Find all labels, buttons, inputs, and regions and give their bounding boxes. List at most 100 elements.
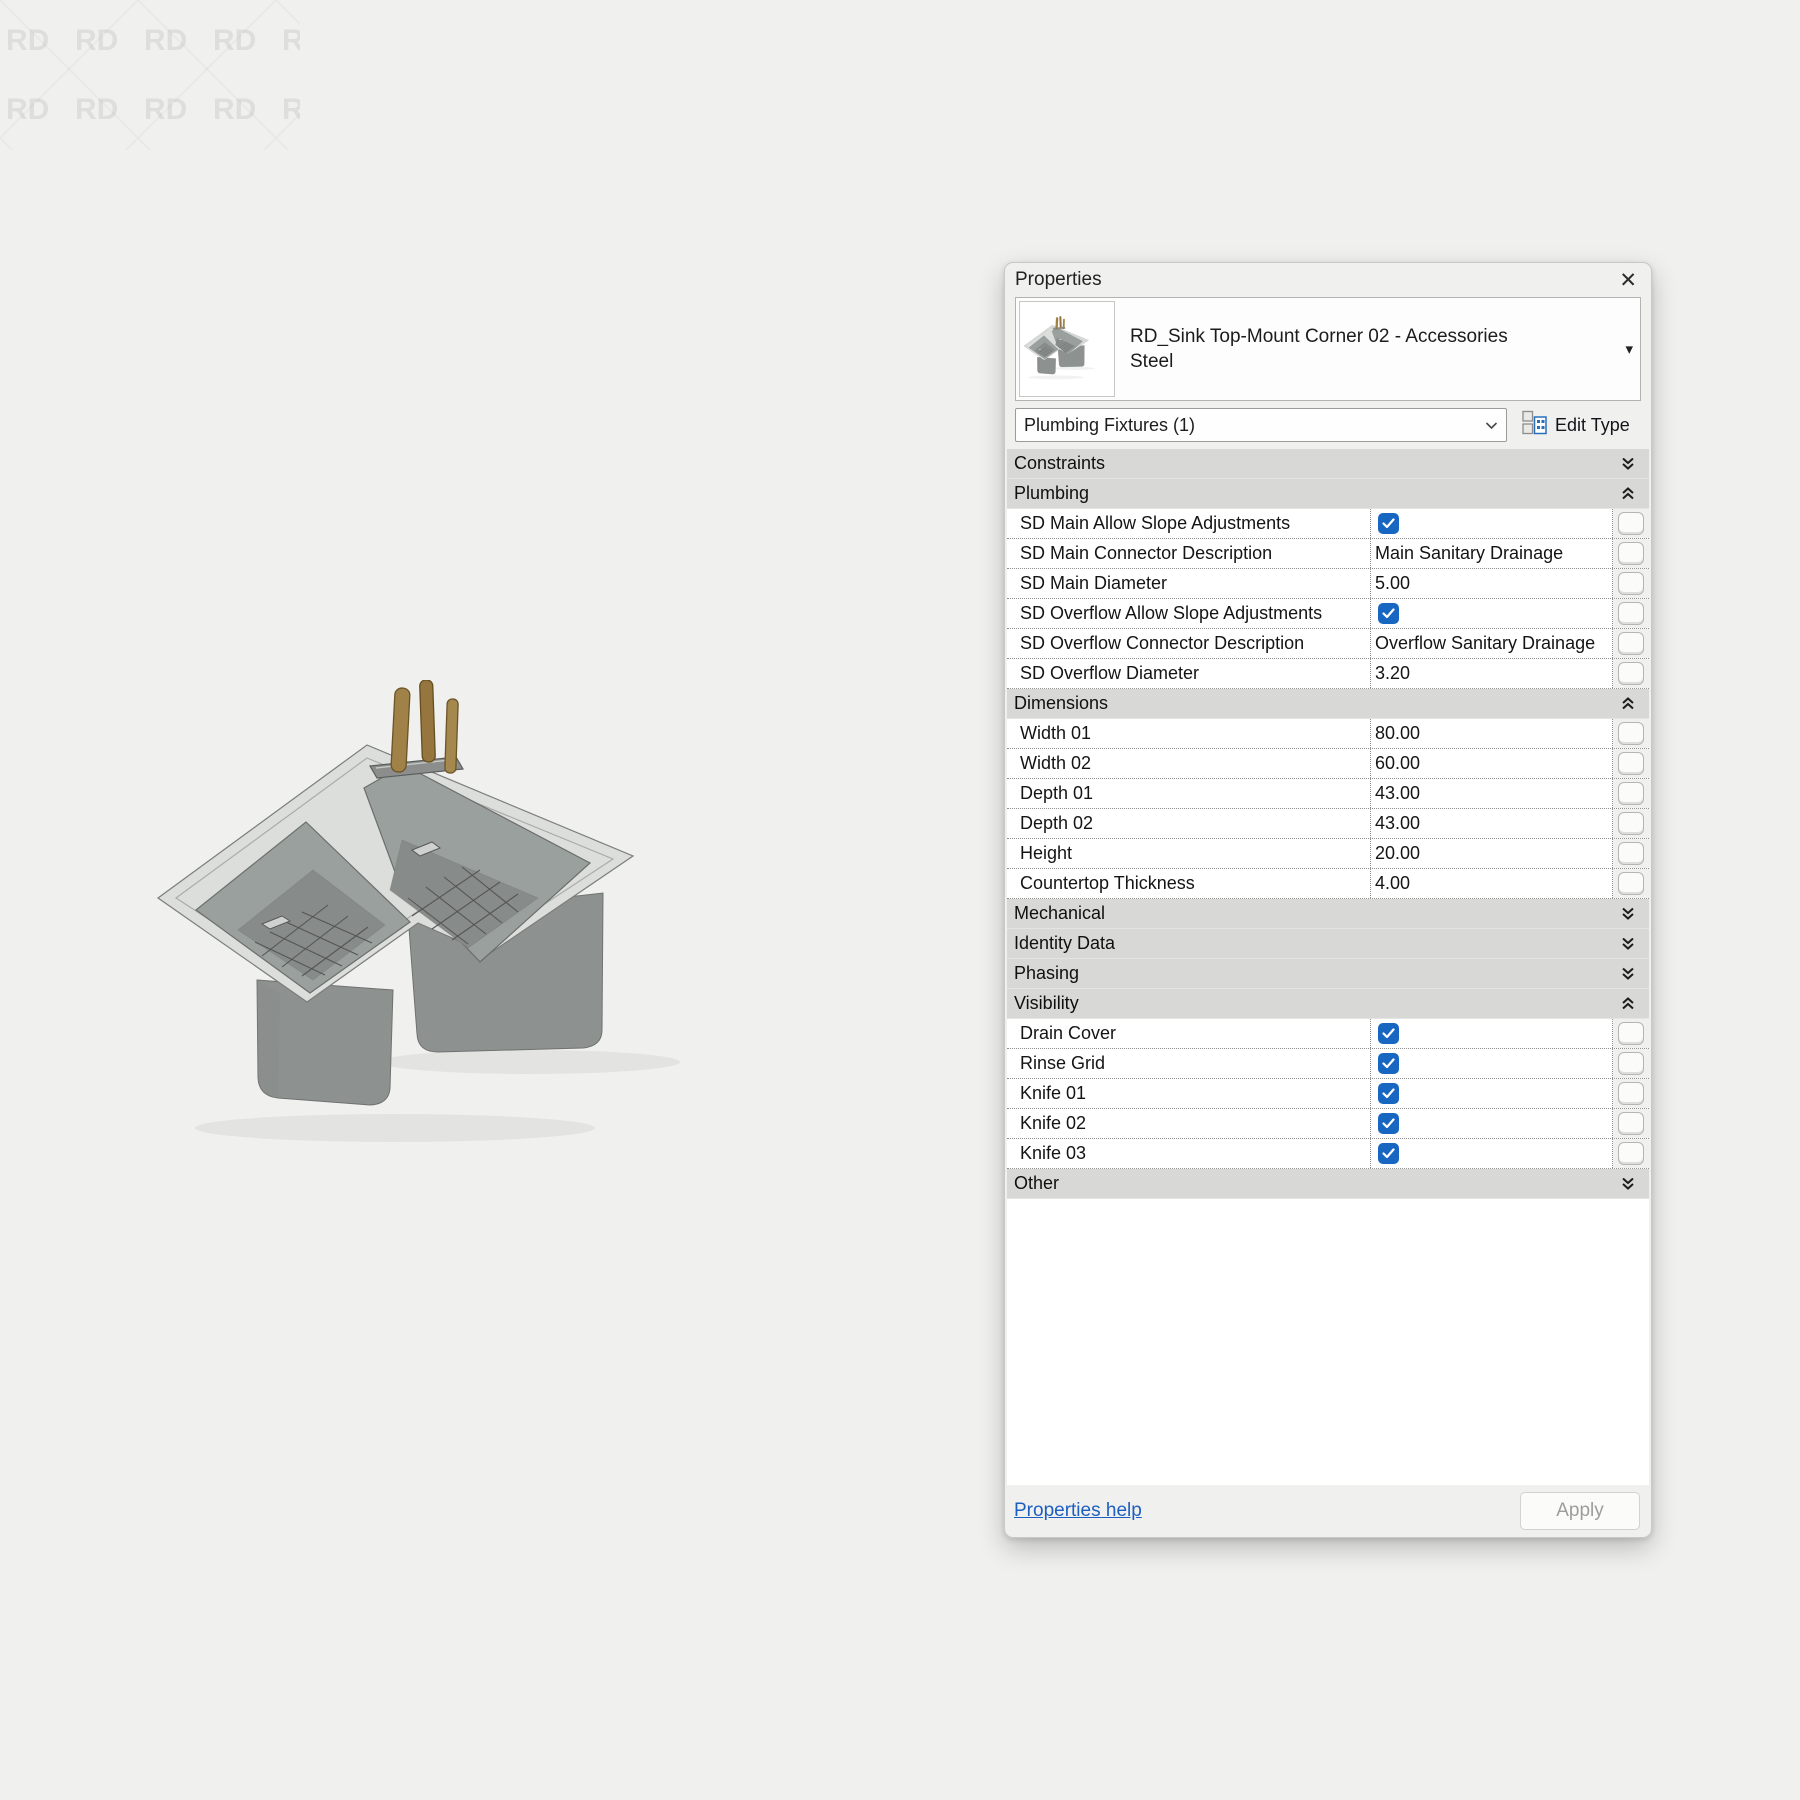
- expand-section-icon[interactable]: [1621, 457, 1635, 470]
- property-checkbox[interactable]: [1378, 513, 1399, 534]
- apply-button[interactable]: Apply: [1520, 1492, 1640, 1530]
- associate-parameter-button[interactable]: [1618, 752, 1644, 775]
- associate-cell: [1613, 629, 1649, 658]
- associate-parameter-button[interactable]: [1618, 662, 1644, 685]
- property-checkbox[interactable]: [1378, 1113, 1399, 1134]
- property-label: Height: [1020, 843, 1072, 864]
- property-value[interactable]: 5.00: [1375, 573, 1410, 594]
- property-value-cell[interactable]: 43.00: [1371, 779, 1613, 808]
- associate-parameter-button[interactable]: [1618, 1052, 1644, 1075]
- property-row: SD Overflow Diameter 3.20: [1007, 659, 1649, 689]
- associate-parameter-button[interactable]: [1618, 1142, 1644, 1165]
- associate-parameter-button[interactable]: [1618, 1022, 1644, 1045]
- associate-parameter-button[interactable]: [1618, 572, 1644, 595]
- property-value[interactable]: 43.00: [1375, 813, 1420, 834]
- close-icon[interactable]: ✕: [1615, 268, 1641, 293]
- section-header-visibility[interactable]: Visibility: [1007, 989, 1649, 1019]
- section-header-identity-data[interactable]: Identity Data: [1007, 929, 1649, 959]
- collapse-section-icon[interactable]: [1621, 997, 1635, 1010]
- edit-type-button[interactable]: Edit Type: [1521, 409, 1630, 441]
- property-row: SD Main Diameter 5.00: [1007, 569, 1649, 599]
- property-value[interactable]: 4.00: [1375, 873, 1410, 894]
- property-value[interactable]: 3.20: [1375, 663, 1410, 684]
- associate-parameter-button[interactable]: [1618, 782, 1644, 805]
- expand-section-icon[interactable]: [1621, 907, 1635, 920]
- expand-section-icon[interactable]: [1621, 1177, 1635, 1190]
- family-category-select[interactable]: Plumbing Fixtures (1): [1015, 408, 1507, 442]
- type-selector[interactable]: RD_Sink Top-Mount Corner 02 - Accessorie…: [1015, 297, 1641, 401]
- section-header-constraints[interactable]: Constraints: [1007, 449, 1649, 479]
- property-checkbox[interactable]: [1378, 1053, 1399, 1074]
- associate-parameter-button[interactable]: [1618, 602, 1644, 625]
- property-value-cell[interactable]: 43.00: [1371, 809, 1613, 838]
- property-value[interactable]: 80.00: [1375, 723, 1420, 744]
- section-header-other[interactable]: Other: [1007, 1169, 1649, 1199]
- associate-parameter-button[interactable]: [1618, 872, 1644, 895]
- associate-cell: [1613, 1139, 1649, 1168]
- associate-parameter-button[interactable]: [1618, 1112, 1644, 1135]
- associate-parameter-button[interactable]: [1618, 842, 1644, 865]
- expand-section-icon[interactable]: [1621, 967, 1635, 980]
- property-value[interactable]: Main Sanitary Drainage: [1375, 543, 1563, 564]
- associate-cell: [1613, 659, 1649, 688]
- section-header-phasing[interactable]: Phasing: [1007, 959, 1649, 989]
- property-value-cell[interactable]: [1371, 599, 1613, 628]
- property-checkbox[interactable]: [1378, 1083, 1399, 1104]
- expand-section-icon[interactable]: [1621, 937, 1635, 950]
- properties-grid-wrap: Constraints Plumbing SD Main Allow Slope…: [1007, 449, 1649, 1485]
- associate-parameter-button[interactable]: [1618, 632, 1644, 655]
- property-value-cell[interactable]: 4.00: [1371, 869, 1613, 898]
- property-row: Width 0260.00: [1007, 749, 1649, 779]
- associate-cell: [1613, 749, 1649, 778]
- type-name: RD_Sink Top-Mount Corner 02 - Accessorie…: [1118, 324, 1536, 374]
- property-value-cell[interactable]: [1371, 1019, 1613, 1048]
- section-header-dimensions[interactable]: Dimensions: [1007, 689, 1649, 719]
- collapse-section-icon[interactable]: [1621, 697, 1635, 710]
- property-value-cell[interactable]: 20.00: [1371, 839, 1613, 868]
- property-checkbox[interactable]: [1378, 603, 1399, 624]
- collapse-section-icon[interactable]: [1621, 487, 1635, 500]
- property-value[interactable]: 20.00: [1375, 843, 1420, 864]
- property-value-cell[interactable]: 5.00: [1371, 569, 1613, 598]
- associate-cell: [1613, 1019, 1649, 1048]
- sink-3d-image: [150, 680, 800, 1160]
- property-value-cell[interactable]: 3.20: [1371, 659, 1613, 688]
- property-value-cell[interactable]: [1371, 1109, 1613, 1138]
- sink-3d-preview: [150, 680, 800, 1160]
- rd-watermark-overlay: RD RD RD RD: [0, 0, 300, 150]
- property-checkbox[interactable]: [1378, 1023, 1399, 1044]
- type-dropdown-icon[interactable]: ▾: [1625, 340, 1633, 358]
- property-row: Depth 0143.00: [1007, 779, 1649, 809]
- associate-parameter-button[interactable]: [1618, 542, 1644, 565]
- property-label: Knife 01: [1020, 1083, 1086, 1104]
- type-name-line1: RD_Sink Top-Mount Corner 02 - Accessorie…: [1130, 324, 1508, 349]
- property-label: SD Overflow Diameter: [1020, 663, 1199, 684]
- family-category-value: Plumbing Fixtures (1): [1024, 415, 1195, 436]
- property-value[interactable]: Overflow Sanitary Drainage: [1375, 633, 1595, 654]
- property-value-cell[interactable]: [1371, 509, 1613, 538]
- properties-grid: Constraints Plumbing SD Main Allow Slope…: [1007, 449, 1649, 1199]
- property-value-cell[interactable]: 80.00: [1371, 719, 1613, 748]
- section-header-mechanical[interactable]: Mechanical: [1007, 899, 1649, 929]
- associate-cell: [1613, 839, 1649, 868]
- property-value-cell[interactable]: 60.00: [1371, 749, 1613, 778]
- associate-parameter-button[interactable]: [1618, 812, 1644, 835]
- property-value-cell[interactable]: [1371, 1139, 1613, 1168]
- property-label: SD Main Diameter: [1020, 573, 1167, 594]
- property-row: Drain Cover: [1007, 1019, 1649, 1049]
- property-value[interactable]: 43.00: [1375, 783, 1420, 804]
- properties-help-link[interactable]: Properties help: [1014, 1500, 1142, 1522]
- property-row: Width 0180.00: [1007, 719, 1649, 749]
- section-header-plumbing[interactable]: Plumbing: [1007, 479, 1649, 509]
- associate-parameter-button[interactable]: [1618, 1082, 1644, 1105]
- property-checkbox[interactable]: [1378, 1143, 1399, 1164]
- associate-parameter-button[interactable]: [1618, 722, 1644, 745]
- associate-parameter-button[interactable]: [1618, 512, 1644, 535]
- property-value-cell[interactable]: [1371, 1049, 1613, 1078]
- property-value-cell[interactable]: [1371, 1079, 1613, 1108]
- property-value-cell[interactable]: Main Sanitary Drainage: [1371, 539, 1613, 568]
- property-label: Knife 03: [1020, 1143, 1086, 1164]
- panel-titlebar: Properties ✕: [1005, 263, 1651, 297]
- property-value[interactable]: 60.00: [1375, 753, 1420, 774]
- property-value-cell[interactable]: Overflow Sanitary Drainage: [1371, 629, 1613, 658]
